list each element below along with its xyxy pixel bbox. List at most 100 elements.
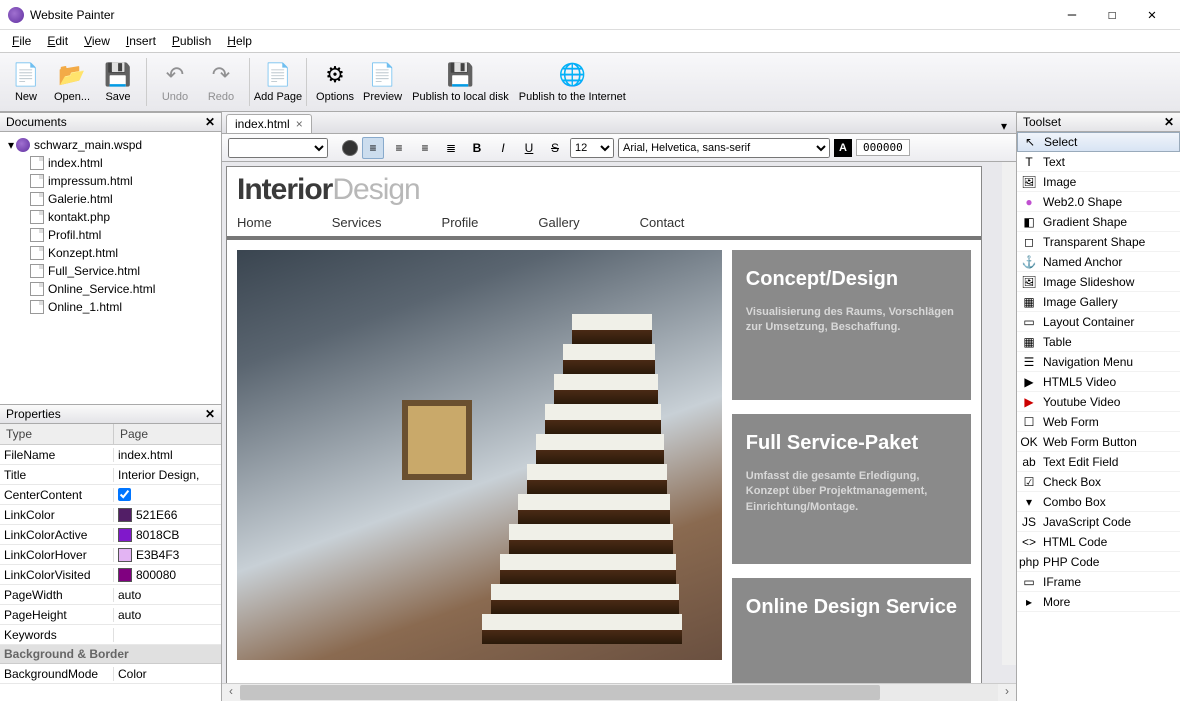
hero-image[interactable] bbox=[237, 250, 722, 660]
tool-html5-video[interactable]: ▶HTML5 Video bbox=[1017, 372, 1180, 392]
file-index-html[interactable]: index.html bbox=[2, 154, 219, 172]
tool-combo-box[interactable]: ▾Combo Box bbox=[1017, 492, 1180, 512]
maximize-button[interactable]: ☐ bbox=[1092, 1, 1132, 29]
text-color-hex[interactable]: 000000 bbox=[856, 139, 910, 156]
page-canvas[interactable]: InteriorDesign Home Services Profile Galler… bbox=[226, 166, 982, 683]
site-nav[interactable]: Home Services Profile Gallery Contact bbox=[227, 207, 981, 240]
prop-backgroundmode[interactable]: BackgroundModeColor bbox=[0, 664, 221, 684]
prop-linkcolorhover[interactable]: LinkColorHoverE3B4F3 bbox=[0, 545, 221, 565]
file-Online_Service-html[interactable]: Online_Service.html bbox=[2, 280, 219, 298]
tool-gradient-shape[interactable]: ◧Gradient Shape bbox=[1017, 212, 1180, 232]
addpage-button[interactable]: 📄Add Page bbox=[256, 54, 300, 110]
redo-button[interactable]: ↷Redo bbox=[199, 54, 243, 110]
tool-transparent-shape[interactable]: ◻Transparent Shape bbox=[1017, 232, 1180, 252]
tool-named-anchor[interactable]: ⚓Named Anchor bbox=[1017, 252, 1180, 272]
options-button[interactable]: ⚙Options bbox=[313, 54, 357, 110]
tool-image[interactable]: 🖼Image bbox=[1017, 172, 1180, 192]
prop-pageheight[interactable]: PageHeightauto bbox=[0, 605, 221, 625]
text-color-icon[interactable]: A bbox=[834, 139, 852, 157]
tool-image-gallery[interactable]: ▦Image Gallery bbox=[1017, 292, 1180, 312]
align-right-button[interactable]: ≡ bbox=[414, 137, 436, 159]
menu-publish[interactable]: Publish bbox=[164, 32, 219, 50]
undo-button[interactable]: ↶Undo bbox=[153, 54, 197, 110]
nav-home[interactable]: Home bbox=[237, 215, 272, 230]
font-family-select[interactable]: Arial, Helvetica, sans-serif bbox=[618, 138, 830, 158]
tool-image-slideshow[interactable]: 🖼Image Slideshow bbox=[1017, 272, 1180, 292]
tool-javascript-code[interactable]: JSJavaScript Code bbox=[1017, 512, 1180, 532]
strike-button[interactable]: S bbox=[544, 137, 566, 159]
prop-linkcoloractive[interactable]: LinkColorActive8018CB bbox=[0, 525, 221, 545]
minimize-button[interactable]: — bbox=[1052, 1, 1092, 29]
tool-html-code[interactable]: <>HTML Code bbox=[1017, 532, 1180, 552]
file-Profil-html[interactable]: Profil.html bbox=[2, 226, 219, 244]
close-button[interactable]: ✕ bbox=[1132, 1, 1172, 29]
prop-centercontent[interactable]: CenterContent bbox=[0, 485, 221, 505]
nav-services[interactable]: Services bbox=[332, 215, 382, 230]
align-center-button[interactable]: ≡ bbox=[388, 137, 410, 159]
menu-help[interactable]: Help bbox=[219, 32, 260, 50]
toolset-panel-close-icon[interactable]: ✕ bbox=[1164, 115, 1174, 129]
tool-check-box[interactable]: ☑Check Box bbox=[1017, 472, 1180, 492]
tool-layout-container[interactable]: ▭Layout Container bbox=[1017, 312, 1180, 332]
file-kontakt-php[interactable]: kontakt.php bbox=[2, 208, 219, 226]
site-logo[interactable]: InteriorDesign bbox=[237, 173, 971, 207]
scroll-right-icon[interactable]: › bbox=[998, 684, 1016, 701]
tool-php-code[interactable]: phpPHP Code bbox=[1017, 552, 1180, 572]
pubdisk-button[interactable]: 💾Publish to local disk bbox=[408, 54, 513, 110]
align-justify-button[interactable]: ≣ bbox=[440, 137, 462, 159]
preview-button[interactable]: 📄Preview bbox=[359, 54, 406, 110]
project-root[interactable]: ▾schwarz_main.wspd bbox=[2, 136, 219, 154]
prop-title[interactable]: TitleInterior Design, bbox=[0, 465, 221, 485]
align-left-button[interactable]: ≡ bbox=[362, 137, 384, 159]
tool-web2-0-shape[interactable]: ●Web2.0 Shape bbox=[1017, 192, 1180, 212]
prop-keywords[interactable]: Keywords bbox=[0, 625, 221, 645]
tool-web-form-button[interactable]: OKWeb Form Button bbox=[1017, 432, 1180, 452]
editor-canvas-viewport[interactable]: InteriorDesign Home Services Profile Galler… bbox=[222, 162, 1016, 683]
tab-overflow-icon[interactable]: ▾ bbox=[996, 119, 1012, 133]
menu-file[interactable]: File bbox=[4, 32, 39, 50]
documents-tree[interactable]: ▾schwarz_main.wspdindex.htmlimpressum.ht… bbox=[0, 132, 221, 404]
file-Online_1-html[interactable]: Online_1.html bbox=[2, 298, 219, 316]
nav-contact[interactable]: Contact bbox=[640, 215, 685, 230]
file-Galerie-html[interactable]: Galerie.html bbox=[2, 190, 219, 208]
menu-edit[interactable]: Edit bbox=[39, 32, 76, 50]
vertical-scrollbar[interactable] bbox=[1002, 162, 1016, 665]
nav-profile[interactable]: Profile bbox=[442, 215, 479, 230]
style-select[interactable] bbox=[228, 138, 328, 158]
tool-iframe[interactable]: ▭IFrame bbox=[1017, 572, 1180, 592]
documents-panel-close-icon[interactable]: ✕ bbox=[205, 115, 215, 129]
tool-youtube-video[interactable]: ▶Youtube Video bbox=[1017, 392, 1180, 412]
font-size-select[interactable]: 12 bbox=[570, 138, 614, 158]
tool-table[interactable]: ▦Table bbox=[1017, 332, 1180, 352]
tool-text[interactable]: TText bbox=[1017, 152, 1180, 172]
card-0[interactable]: Concept/DesignVisualisierung des Raums, … bbox=[732, 250, 971, 400]
prop-linkcolor[interactable]: LinkColor521E66 bbox=[0, 505, 221, 525]
horizontal-scrollbar[interactable]: ‹ › bbox=[222, 683, 1016, 701]
open-button[interactable]: 📂Open... bbox=[50, 54, 94, 110]
prop-linkcolorvisited[interactable]: LinkColorVisited800080 bbox=[0, 565, 221, 585]
tool-more[interactable]: ▸More bbox=[1017, 592, 1180, 612]
bold-button[interactable]: B bbox=[466, 137, 488, 159]
properties-panel-close-icon[interactable]: ✕ bbox=[205, 407, 215, 421]
tool-select[interactable]: ↖Select bbox=[1017, 132, 1180, 152]
card-1[interactable]: Full Service-PaketUmfasst die gesamte Er… bbox=[732, 414, 971, 564]
tool-text-edit-field[interactable]: abText Edit Field bbox=[1017, 452, 1180, 472]
new-button[interactable]: 📄New bbox=[4, 54, 48, 110]
file-impressum-html[interactable]: impressum.html bbox=[2, 172, 219, 190]
underline-button[interactable]: U bbox=[518, 137, 540, 159]
menu-insert[interactable]: Insert bbox=[118, 32, 164, 50]
prop-pagewidth[interactable]: PageWidthauto bbox=[0, 585, 221, 605]
tab-index[interactable]: index.html × bbox=[226, 114, 312, 133]
nav-gallery[interactable]: Gallery bbox=[538, 215, 579, 230]
italic-button[interactable]: I bbox=[492, 137, 514, 159]
menu-view[interactable]: View bbox=[76, 32, 118, 50]
scroll-left-icon[interactable]: ‹ bbox=[222, 684, 240, 701]
prop-filename[interactable]: FileNameindex.html bbox=[0, 445, 221, 465]
shape-color-icon[interactable] bbox=[342, 140, 358, 156]
tab-close-icon[interactable]: × bbox=[296, 117, 303, 131]
scrollbar-thumb[interactable] bbox=[240, 685, 880, 700]
card-2[interactable]: Online Design Service bbox=[732, 578, 971, 683]
file-Konzept-html[interactable]: Konzept.html bbox=[2, 244, 219, 262]
file-Full_Service-html[interactable]: Full_Service.html bbox=[2, 262, 219, 280]
save-button[interactable]: 💾Save bbox=[96, 54, 140, 110]
